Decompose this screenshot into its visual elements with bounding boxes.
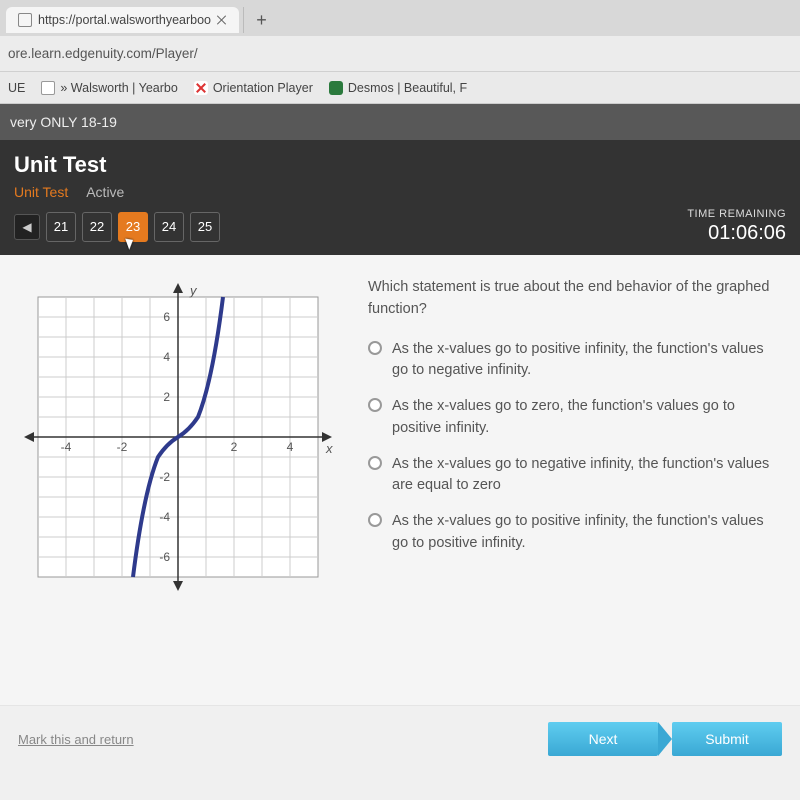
question-nav-22[interactable]: 22 [82,212,112,242]
option-text: As the x-values go to positive infinity,… [392,511,782,555]
answer-option-a[interactable]: As the x-values go to positive infinity,… [368,339,782,383]
address-bar[interactable]: ore.learn.edgenuity.com/Player/ [0,36,800,72]
svg-text:4: 4 [287,440,294,454]
svg-text:-6: -6 [159,550,170,564]
function-graph: -4 -2 2 4 6 4 2 -2 -4 -6 y x [18,277,338,597]
graph-panel: -4 -2 2 4 6 4 2 -2 -4 -6 y x [18,277,338,687]
svg-text:2: 2 [163,390,170,404]
bookmarks-bar: UE » Walsworth | Yearbo Orientation Play… [0,72,800,104]
bookmark-desmos[interactable]: Desmos | Beautiful, F [329,81,467,95]
page-icon [41,81,55,95]
question-block: Which statement is true about the end be… [368,277,782,687]
banner-text: very ONLY 18-19 [10,114,117,130]
tab-bar: https://portal.walsworthyearboo + [0,0,800,36]
content-area: -4 -2 2 4 6 4 2 -2 -4 -6 y x Which statement… [0,255,800,705]
bookmark-orientation[interactable]: Orientation Player [194,81,313,95]
breadcrumb-status: Active [86,184,124,200]
course-banner: very ONLY 18-19 [0,104,800,140]
question-nav-25[interactable]: 25 [190,212,220,242]
svg-text:-2: -2 [159,470,170,484]
option-text: As the x-values go to negative infinity,… [392,454,782,498]
next-button[interactable]: Next [548,722,658,756]
option-text: As the x-values go to zero, the function… [392,396,782,440]
x-icon [194,81,208,95]
question-nav-24[interactable]: 24 [154,212,184,242]
bookmark-label: UE [8,81,25,95]
new-tab-button[interactable]: + [243,7,269,33]
question-prompt: Which statement is true about the end be… [368,277,782,321]
bookmark-label: » Walsworth | Yearbo [60,81,177,95]
desmos-icon [329,81,343,95]
answer-option-c[interactable]: As the x-values go to negative infinity,… [368,454,782,498]
breadcrumb-unit: Unit Test [14,184,68,200]
bookmark-ue[interactable]: UE [8,81,25,95]
radio-icon[interactable] [368,456,382,470]
svg-text:-2: -2 [117,440,128,454]
submit-button[interactable]: Submit [672,722,782,756]
svg-text:-4: -4 [61,440,72,454]
svg-text:x: x [325,441,333,456]
option-text: As the x-values go to positive infinity,… [392,339,782,383]
bookmark-walsworth[interactable]: » Walsworth | Yearbo [41,81,177,95]
svg-text:y: y [189,283,198,298]
browser-chrome: https://portal.walsworthyearboo + ore.le… [0,0,800,104]
radio-icon[interactable] [368,513,382,527]
timer: TIME REMAINING 01:06:06 [687,208,786,245]
page-icon [18,13,32,27]
bookmark-label: Orientation Player [213,81,313,95]
timer-label: TIME REMAINING [687,208,786,220]
radio-icon[interactable] [368,398,382,412]
bookmark-label: Desmos | Beautiful, F [348,81,467,95]
svg-text:2: 2 [231,440,238,454]
svg-text:4: 4 [163,350,170,364]
tab-title: https://portal.walsworthyearboo [38,13,211,27]
footer-bar: Mark this and return Next Submit [0,705,800,776]
url-text: ore.learn.edgenuity.com/Player/ [8,46,198,61]
prev-question-button[interactable]: ◀ [14,214,40,240]
svg-text:-4: -4 [159,510,170,524]
page-title: Unit Test [14,152,786,178]
radio-icon[interactable] [368,341,382,355]
assessment-header: Unit Test Unit Test Active ◀ 21 22 23 24… [0,140,800,255]
question-nav-21[interactable]: 21 [46,212,76,242]
svg-text:6: 6 [163,310,170,324]
timer-value: 01:06:06 [687,222,786,245]
mark-and-return-link[interactable]: Mark this and return [18,732,134,747]
close-tab-icon[interactable] [217,15,227,25]
answer-option-b[interactable]: As the x-values go to zero, the function… [368,396,782,440]
question-nav: ◀ 21 22 23 24 25 [14,212,220,242]
question-nav-23[interactable]: 23 [118,212,148,242]
answer-option-d[interactable]: As the x-values go to positive infinity,… [368,511,782,555]
browser-tab[interactable]: https://portal.walsworthyearboo [6,7,239,33]
